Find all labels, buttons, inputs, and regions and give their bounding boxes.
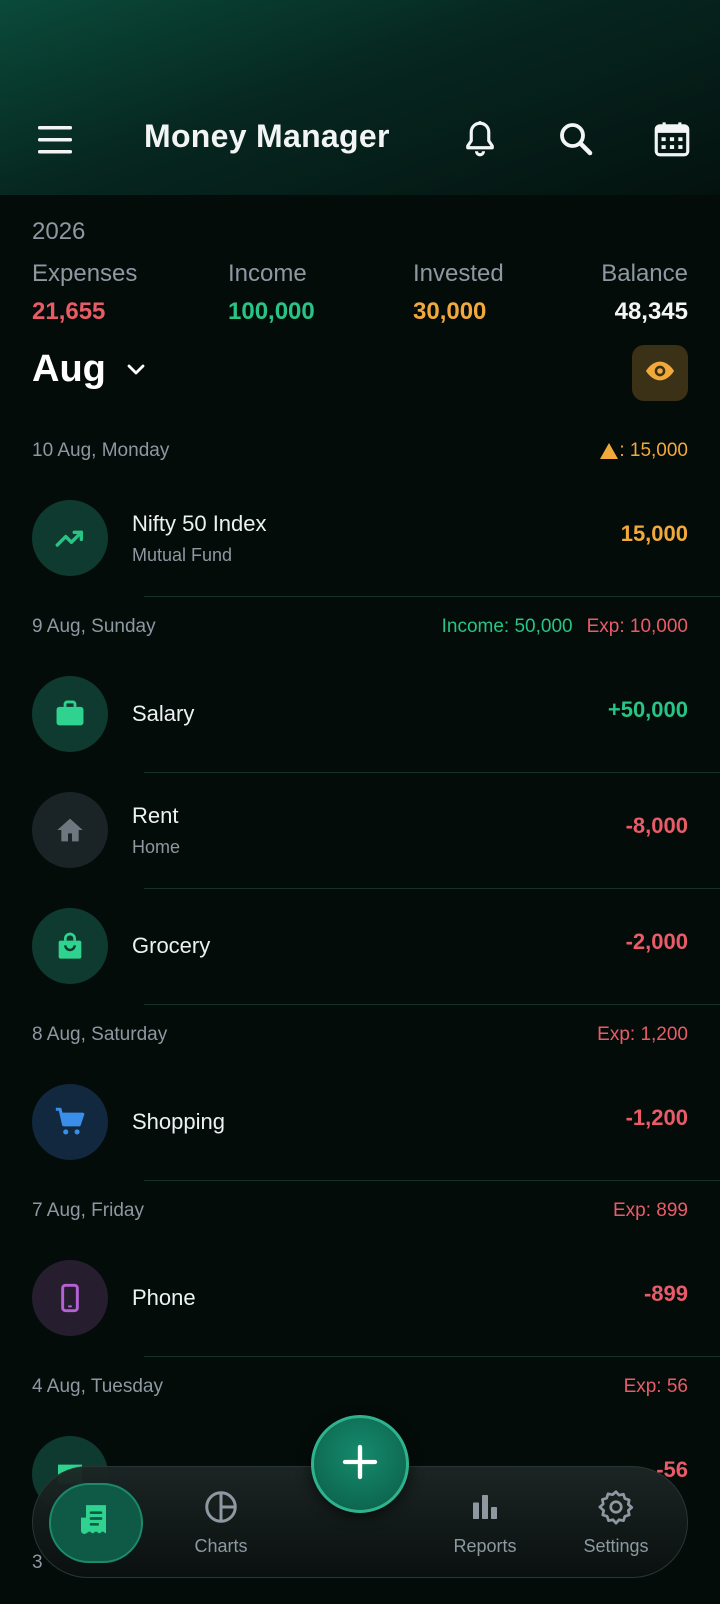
day-date: 8 Aug, Saturday xyxy=(32,1024,168,1045)
pie-chart-icon xyxy=(203,1489,239,1530)
day-summary: Exp: 899 xyxy=(613,1200,688,1222)
expenses-label: Expenses xyxy=(32,260,138,287)
month-selector[interactable]: Aug xyxy=(32,348,148,391)
list-item[interactable]: Grocery -2,000 xyxy=(0,888,720,1004)
transaction-name: Nifty 50 Index xyxy=(132,511,267,536)
divider xyxy=(144,1004,720,1005)
transaction-amount: 15,000 xyxy=(620,521,688,546)
transaction-category: Mutual Fund xyxy=(132,545,233,565)
nav-reports-label: Reports xyxy=(453,1536,517,1556)
nav-reports[interactable]: Reports xyxy=(445,1467,525,1579)
day-header: 8 Aug, Saturday Exp: 1,200 xyxy=(32,1020,688,1050)
transaction-name: Rent xyxy=(132,803,179,828)
transaction-name: Grocery xyxy=(132,933,211,958)
transaction-category: Home xyxy=(132,837,181,857)
transaction-amount: -2,000 xyxy=(625,929,688,954)
income-total: Income: 50,000 xyxy=(441,616,573,637)
day-date: 7 Aug, Friday xyxy=(32,1200,144,1221)
transaction-name: Phone xyxy=(132,1285,196,1310)
list-item[interactable]: Phone -899 xyxy=(0,1240,720,1356)
expense-total: Exp: 1,200 xyxy=(597,1024,688,1045)
list-item[interactable]: Salary +50,000 xyxy=(0,656,720,772)
expense-total: Exp: 56 xyxy=(623,1376,688,1397)
expense-total: Exp: 10,000 xyxy=(586,616,688,637)
bar-chart-icon xyxy=(467,1489,503,1530)
trending-up-icon xyxy=(32,500,108,576)
home-icon xyxy=(32,792,108,868)
nav-charts-label: Charts xyxy=(194,1536,248,1556)
day-date: 4 Aug, Tuesday xyxy=(32,1376,163,1397)
invested-stat: Invested 30,000 xyxy=(413,260,504,326)
year-label: 2026 xyxy=(32,218,86,245)
transaction-amount: -1,200 xyxy=(625,1105,688,1130)
shopping-bag-icon xyxy=(32,908,108,984)
receipt-icon xyxy=(76,1501,116,1546)
calendar-icon[interactable] xyxy=(651,118,693,160)
visibility-toggle-button[interactable] xyxy=(632,345,688,401)
day-summary: Exp: 56 xyxy=(624,1376,688,1398)
nav-settings-label: Settings xyxy=(583,1536,649,1556)
transaction-name: Shopping xyxy=(132,1109,225,1134)
divider xyxy=(144,1356,720,1357)
balance-label: Balance xyxy=(601,260,688,287)
day-date: 10 Aug, Monday xyxy=(32,440,170,461)
expense-total: Exp: 899 xyxy=(613,1200,688,1221)
nav-charts[interactable]: Charts xyxy=(181,1467,261,1579)
balance-value: 48,345 xyxy=(614,298,688,325)
day-summary: Income: 50,000 Exp: 10,000 xyxy=(442,616,688,638)
day-header: 7 Aug, Friday Exp: 899 xyxy=(32,1196,688,1226)
day-header: 9 Aug, Sunday Income: 50,000 Exp: 10,000 xyxy=(32,612,688,642)
add-transaction-button[interactable] xyxy=(311,1415,409,1513)
balance-stat: Balance 48,345 xyxy=(601,260,688,326)
transaction-amount: -8,000 xyxy=(625,813,688,838)
nav-settings[interactable]: Settings xyxy=(571,1467,661,1579)
expenses-value: 21,655 xyxy=(32,298,106,325)
invested-label: Invested xyxy=(413,260,504,287)
app-bar: Money Manager xyxy=(0,0,720,195)
day-date: 9 Aug, Sunday xyxy=(32,616,156,637)
menu-icon[interactable] xyxy=(36,122,76,158)
income-stat: Income 100,000 xyxy=(228,260,315,326)
phone-icon xyxy=(32,1260,108,1336)
day-summary: : 15,000 xyxy=(599,440,688,462)
day-summary: Exp: 1,200 xyxy=(597,1024,688,1046)
transaction-amount: +50,000 xyxy=(607,697,688,722)
day-header: 10 Aug, Monday : 15,000 xyxy=(32,436,688,466)
nav-transactions-button[interactable] xyxy=(49,1483,143,1563)
invested-value: 30,000 xyxy=(413,298,487,325)
warning-icon xyxy=(600,443,619,459)
cart-icon xyxy=(32,1084,108,1160)
divider xyxy=(144,596,720,597)
transaction-amount: -899 xyxy=(643,1281,688,1306)
invest-total: : 15,000 xyxy=(619,440,688,461)
eye-icon xyxy=(644,355,676,392)
chevron-down-icon xyxy=(124,348,148,391)
search-icon[interactable] xyxy=(555,118,597,160)
list-item[interactable]: Shopping -1,200 xyxy=(0,1064,720,1180)
income-label: Income xyxy=(228,260,307,287)
list-item[interactable]: Rent Home -8,000 xyxy=(0,772,720,888)
month-label: Aug xyxy=(32,348,106,390)
day-header: 4 Aug, Tuesday Exp: 56 xyxy=(32,1372,688,1402)
bell-icon[interactable] xyxy=(459,118,501,160)
transaction-name: Salary xyxy=(132,701,195,726)
plus-icon xyxy=(340,1442,380,1487)
app-title: Money Manager xyxy=(144,118,390,154)
expenses-stat: Expenses 21,655 xyxy=(32,260,137,326)
briefcase-icon xyxy=(32,676,108,752)
list-item[interactable]: Nifty 50 Index Mutual Fund 15,000 xyxy=(0,480,720,596)
divider xyxy=(144,1180,720,1181)
gear-icon xyxy=(598,1489,634,1530)
income-value: 100,000 xyxy=(228,298,315,325)
day-date: 3 xyxy=(32,1552,43,1573)
